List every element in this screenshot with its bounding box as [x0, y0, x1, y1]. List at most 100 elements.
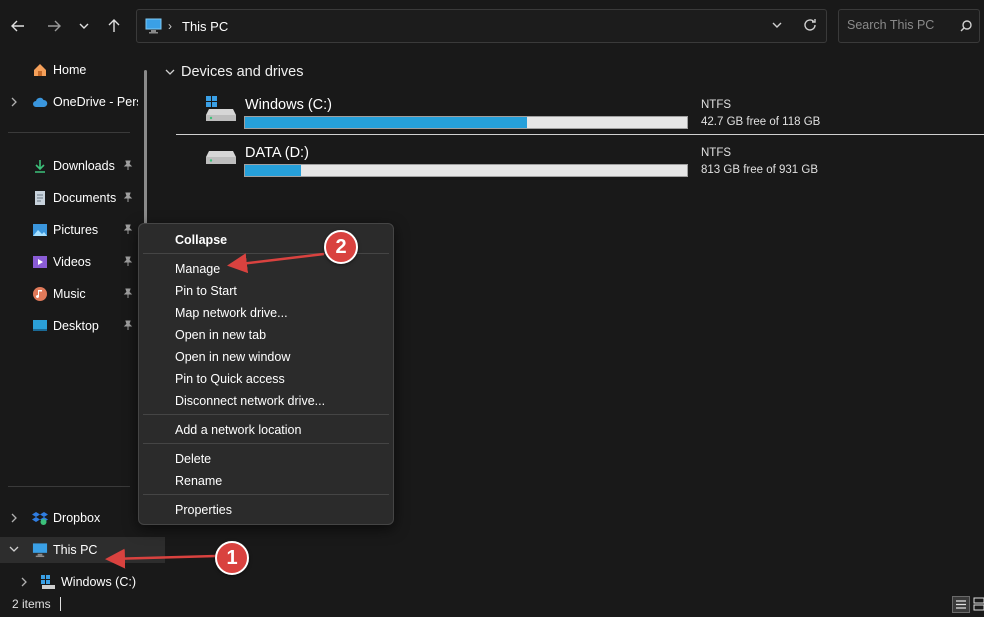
sidebar-scrollbar[interactable]	[144, 70, 147, 230]
menu-item-disconnect-network-drive[interactable]: Disconnect network drive...	[175, 394, 325, 408]
pin-icon[interactable]	[123, 160, 133, 171]
sidebar-item-label: OneDrive - Perso	[53, 95, 138, 109]
menu-item-delete[interactable]: Delete	[175, 452, 211, 466]
status-divider	[60, 597, 61, 611]
drive-filesystem: NTFS	[701, 147, 732, 159]
drive-free-space: 42.7 GB free of 118 GB	[701, 116, 821, 128]
sidebar-item-label: Music	[53, 287, 86, 301]
pin-icon[interactable]	[123, 192, 133, 203]
chevron-right-icon[interactable]	[9, 97, 18, 107]
sidebar-item-pictures[interactable]: Pictures	[0, 217, 142, 243]
chevron-right-icon[interactable]	[19, 577, 28, 587]
chevron-down-icon[interactable]	[9, 545, 19, 554]
menu-divider	[143, 494, 389, 495]
search-input[interactable]	[847, 18, 957, 32]
arrow-left-icon	[11, 20, 24, 32]
drive-usage-bar	[244, 116, 688, 129]
picture-icon	[33, 224, 47, 236]
arrow-right-icon	[48, 20, 61, 32]
context-menu: Collapse Manage Pin to Start Map network…	[138, 223, 394, 525]
sidebar-item-home[interactable]: Home	[0, 57, 142, 83]
windows-drive-icon	[206, 96, 236, 121]
drive-free-space: 813 GB free of 931 GB	[701, 164, 818, 176]
drive-name: Windows (C:)	[245, 97, 333, 113]
sidebar-item-label: Desktop	[53, 319, 99, 333]
drive-filesystem: NTFS	[701, 99, 732, 111]
drive-windows-c[interactable]: Windows (C:) NTFS 42.7 GB free of 118 GB	[205, 96, 984, 138]
item-count: 2 items	[12, 597, 51, 611]
menu-item-pin-to-start[interactable]: Pin to Start	[175, 284, 237, 298]
menu-divider	[143, 443, 389, 444]
sidebar-item-desktop[interactable]: Desktop	[0, 313, 142, 339]
search-box[interactable]	[838, 9, 980, 43]
navigation-bar: › This PC	[0, 0, 984, 52]
breadcrumb-this-pc[interactable]: This PC	[182, 19, 228, 34]
menu-item-collapse[interactable]: Collapse	[175, 233, 227, 247]
menu-divider	[143, 414, 389, 415]
sidebar-item-this-pc[interactable]: This PC	[0, 537, 165, 563]
menu-item-add-network-location[interactable]: Add a network location	[175, 423, 301, 437]
sidebar-divider	[8, 486, 130, 487]
drive-usage-fill	[245, 117, 527, 128]
breadcrumb-chevron-icon: ›	[168, 19, 172, 33]
address-bar[interactable]: › This PC	[136, 9, 827, 43]
this-pc-icon	[32, 543, 48, 558]
annotation-badge-2: 2	[324, 230, 358, 264]
sidebar-item-label: This PC	[53, 543, 98, 557]
menu-item-manage[interactable]: Manage	[175, 262, 220, 276]
pin-icon[interactable]	[123, 256, 133, 267]
desktop-icon	[33, 320, 47, 331]
section-title: Devices and drives	[181, 64, 304, 80]
details-view-button[interactable]	[952, 596, 970, 613]
sidebar-item-music[interactable]: Music	[0, 281, 142, 307]
devices-and-drives-header[interactable]: Devices and drives	[165, 64, 304, 80]
pin-icon[interactable]	[123, 224, 133, 235]
sidebar-item-label: Home	[53, 63, 87, 77]
sidebar-item-label: Pictures	[53, 223, 99, 237]
drive-name: DATA (D:)	[245, 145, 309, 161]
dropbox-icon	[32, 512, 48, 525]
drive-selection-divider	[176, 134, 984, 135]
document-icon	[35, 191, 45, 205]
up-button[interactable]	[102, 14, 126, 38]
navigation-pane: Home OneDrive - Perso Downloads Document…	[0, 52, 165, 592]
sidebar-item-onedrive[interactable]: OneDrive - Perso	[0, 89, 142, 115]
pin-icon[interactable]	[123, 320, 133, 331]
chevron-right-icon[interactable]	[9, 513, 18, 523]
this-pc-icon	[145, 18, 162, 34]
menu-item-open-new-window[interactable]: Open in new window	[175, 350, 290, 364]
menu-item-rename[interactable]: Rename	[175, 474, 222, 488]
recent-locations-button[interactable]	[72, 14, 96, 38]
windows-drive-icon	[41, 575, 55, 589]
menu-item-properties[interactable]: Properties	[175, 503, 232, 517]
sidebar-divider	[8, 132, 130, 133]
sidebar-item-dropbox[interactable]: Dropbox	[0, 505, 142, 531]
tiles-view-button[interactable]	[973, 596, 984, 613]
drive-data-d[interactable]: DATA (D:) NTFS 813 GB free of 931 GB	[205, 144, 984, 186]
forward-button[interactable]	[42, 14, 66, 38]
arrow-up-icon	[108, 19, 120, 32]
chevron-down-icon[interactable]	[770, 18, 784, 32]
chevron-down-icon	[79, 23, 89, 29]
home-icon	[34, 64, 46, 76]
sidebar-item-videos[interactable]: Videos	[0, 249, 142, 275]
sidebar-item-label: Documents	[53, 191, 117, 205]
sidebar-item-label: Videos	[53, 255, 91, 269]
drive-usage-fill	[245, 165, 302, 176]
cloud-icon	[33, 97, 48, 107]
back-button[interactable]	[6, 14, 30, 38]
drive-usage-bar	[244, 164, 688, 177]
search-icon	[960, 20, 972, 32]
sidebar-item-label: Windows (C:)	[61, 575, 137, 589]
menu-item-open-new-tab[interactable]: Open in new tab	[175, 328, 266, 342]
menu-item-map-network-drive[interactable]: Map network drive...	[175, 306, 288, 320]
menu-item-pin-quick-access[interactable]: Pin to Quick access	[175, 372, 285, 386]
download-icon	[35, 160, 45, 173]
pin-icon[interactable]	[123, 288, 133, 299]
chevron-down-icon	[165, 69, 175, 75]
music-icon	[33, 287, 47, 301]
annotation-badge-1: 1	[215, 541, 249, 575]
sidebar-item-downloads[interactable]: Downloads	[0, 153, 142, 179]
sidebar-item-documents[interactable]: Documents	[0, 185, 142, 211]
refresh-icon[interactable]	[802, 17, 818, 33]
